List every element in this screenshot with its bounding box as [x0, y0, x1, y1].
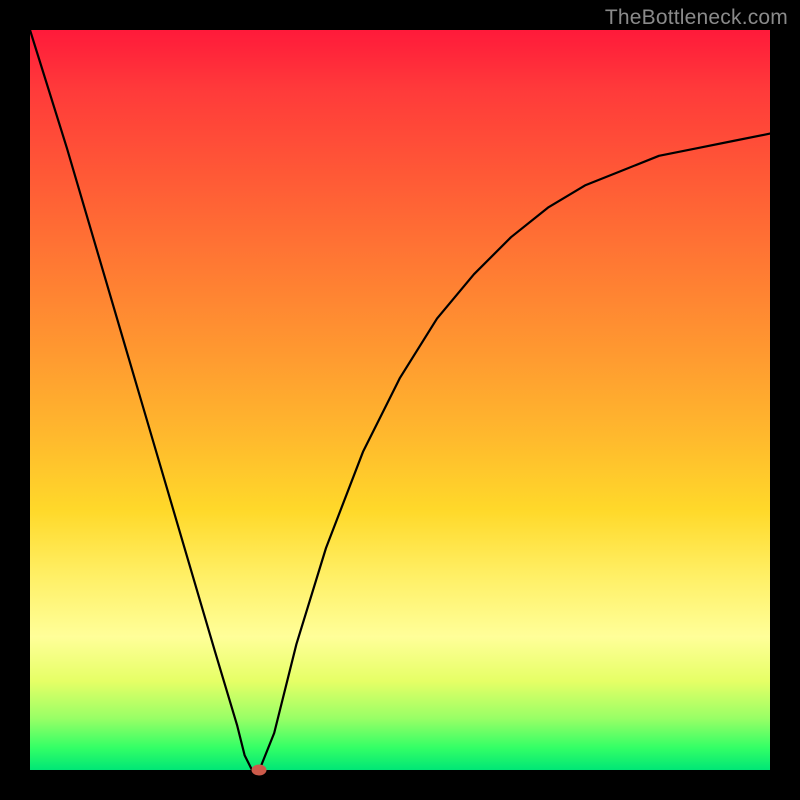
plot-area [30, 30, 770, 770]
watermark-text: TheBottleneck.com [605, 6, 788, 30]
chart-frame: TheBottleneck.com [0, 0, 800, 800]
minimum-marker [252, 765, 267, 776]
curve-path [30, 30, 770, 770]
curve-svg [30, 30, 770, 770]
